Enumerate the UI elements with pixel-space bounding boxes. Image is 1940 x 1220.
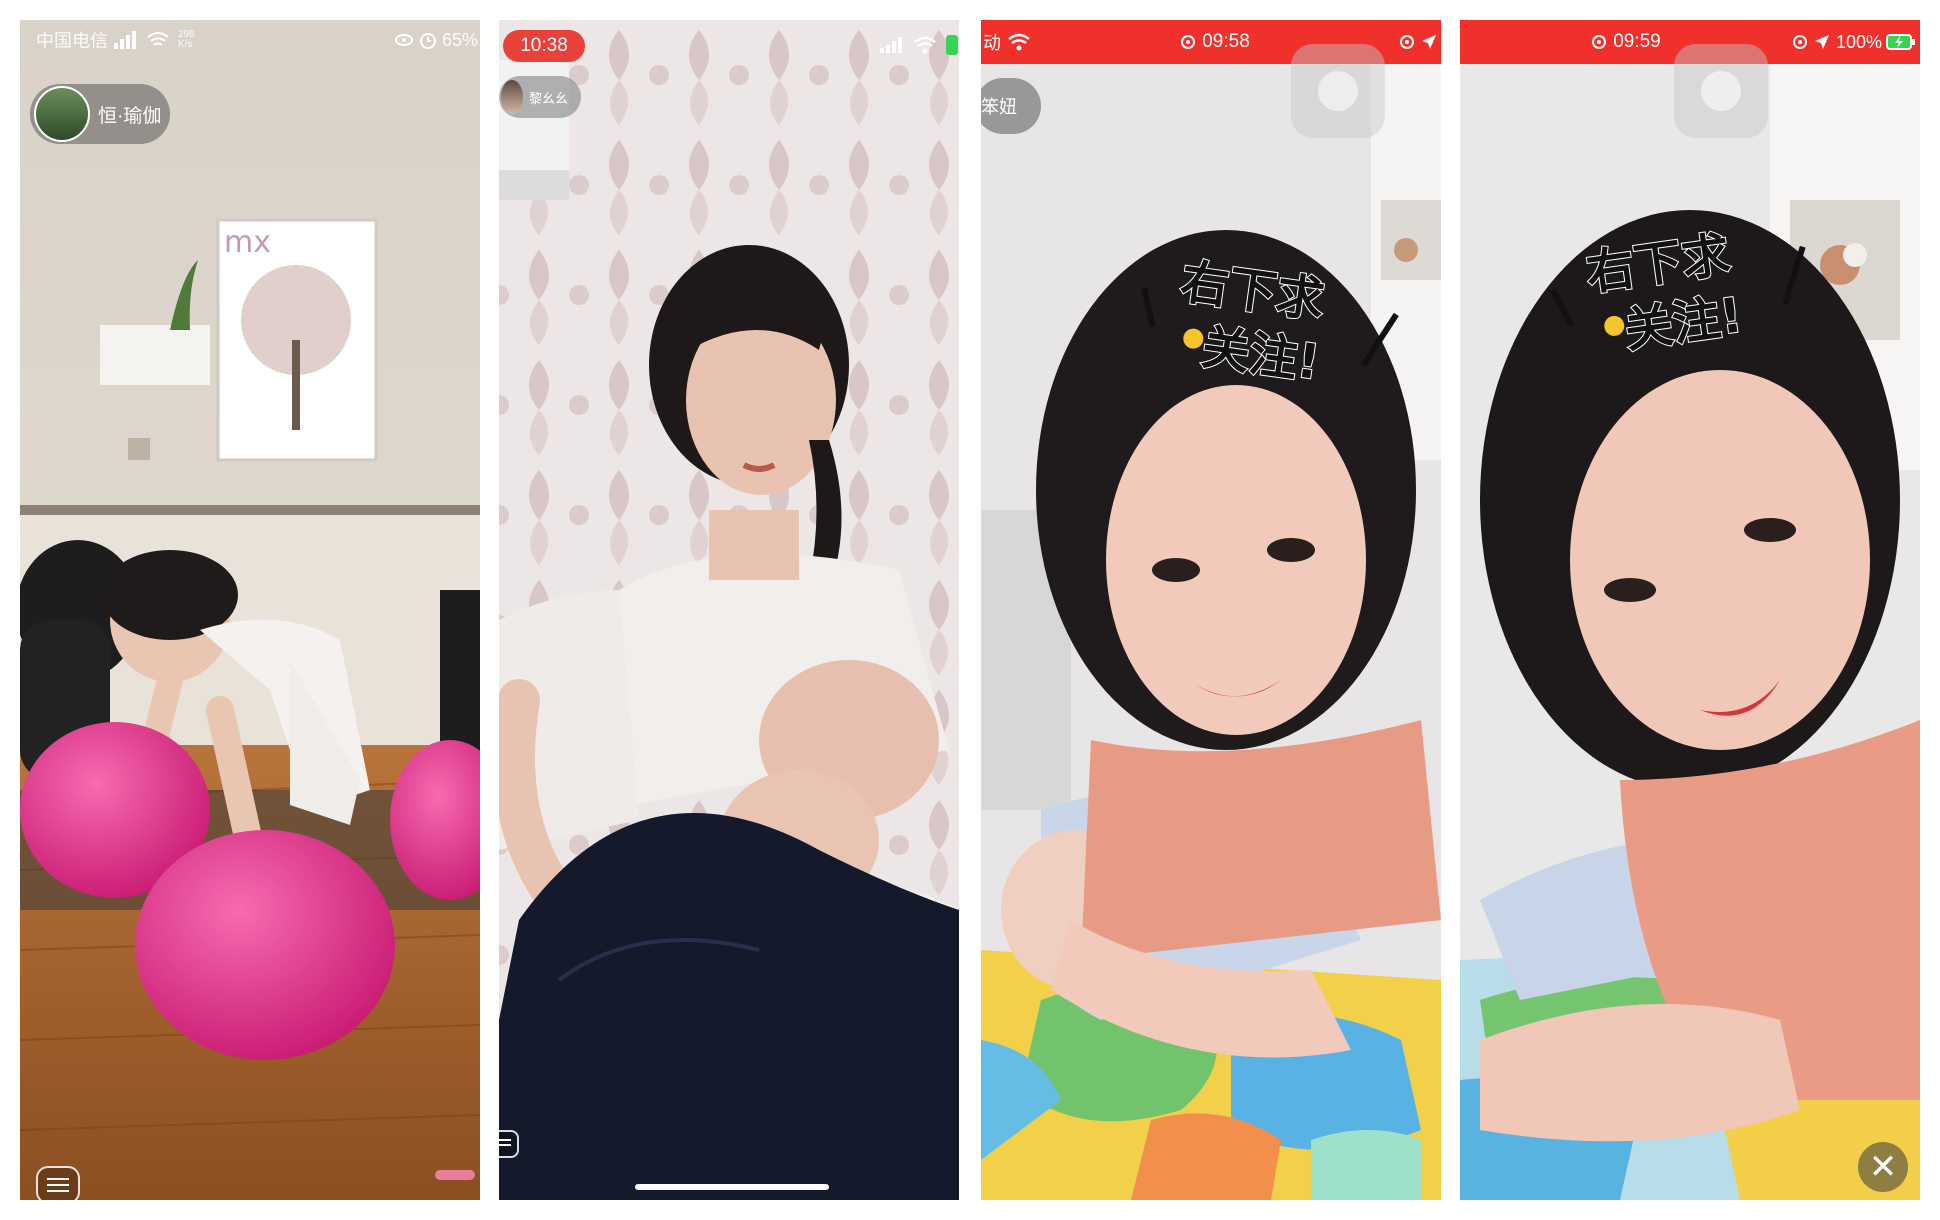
avatar[interactable] [501, 80, 523, 114]
sticker-line-2: 关注! [1620, 286, 1747, 360]
wall-logo: mx [224, 225, 271, 260]
streamer-badge[interactable]: 笨妞 [981, 78, 1041, 134]
mother-baby-scene [1460, 20, 1920, 1200]
signal-icon [114, 31, 136, 49]
message-icon[interactable] [499, 1130, 519, 1158]
streamer-name: 黎幺幺 [529, 90, 569, 106]
avatar[interactable] [34, 86, 90, 142]
message-icon[interactable] [36, 1166, 80, 1200]
signal-icon [880, 37, 902, 53]
floating-window-button[interactable] [1291, 44, 1385, 138]
alarm-icon [1792, 35, 1807, 49]
streamer-name: 笨妞 [981, 97, 1017, 117]
eye-icon [394, 34, 413, 46]
battery-percent: 65% [441, 29, 478, 50]
status-bar: 10:38 [499, 20, 959, 64]
wifi-icon [1008, 33, 1030, 51]
streamer-badge[interactable]: 黎幺幺 [499, 76, 581, 118]
streamer-badge[interactable]: 恒·瑜伽 [30, 84, 170, 144]
clock-pill: 10:38 [503, 30, 585, 62]
video-panel-mother-baby-1[interactable]: 动 09:58 笨妞 右下求 关注! [981, 20, 1441, 1200]
record-dot-icon [1592, 35, 1607, 49]
yoga-class-scene: mx [20, 20, 480, 1200]
video-panel-nursing[interactable]: 10:38 黎幺幺 [499, 20, 959, 1200]
battery-icon [946, 35, 958, 55]
status-time: 09:58 [1202, 31, 1250, 52]
video-panel-yoga[interactable]: mx 中国电信 298 K/s 65% 恒·瑜伽 [20, 20, 480, 1200]
record-dot-icon [1181, 35, 1196, 49]
video-panel-mother-baby-2[interactable]: 09:59 100% 右下求 关注! ✕ [1460, 20, 1920, 1200]
alarm-icon [1400, 35, 1415, 49]
sticker-line-2: 关注! [1197, 318, 1324, 392]
status-time: 09:59 [1613, 31, 1661, 52]
home-indicator[interactable] [635, 1184, 829, 1190]
status-bar: 中国电信 298 K/s 65% [20, 20, 480, 60]
status-left-text: 动 [983, 33, 1001, 53]
location-icon [1814, 35, 1829, 49]
wifi-icon [147, 32, 169, 46]
carrier-label: 中国电信 [36, 31, 108, 51]
nursing-scene [499, 20, 959, 1200]
floating-window-button[interactable] [1674, 44, 1768, 138]
battery-icon [1886, 34, 1915, 50]
streamer-name: 恒·瑜伽 [98, 105, 162, 127]
close-icon[interactable]: ✕ [1858, 1142, 1908, 1192]
mother-baby-scene [981, 20, 1441, 1200]
location-icon [1422, 35, 1437, 49]
network-speed-unit: K/s [178, 39, 193, 50]
alarm-icon [419, 33, 436, 49]
battery-percent: 100% [1835, 31, 1882, 52]
wifi-icon [914, 36, 936, 54]
